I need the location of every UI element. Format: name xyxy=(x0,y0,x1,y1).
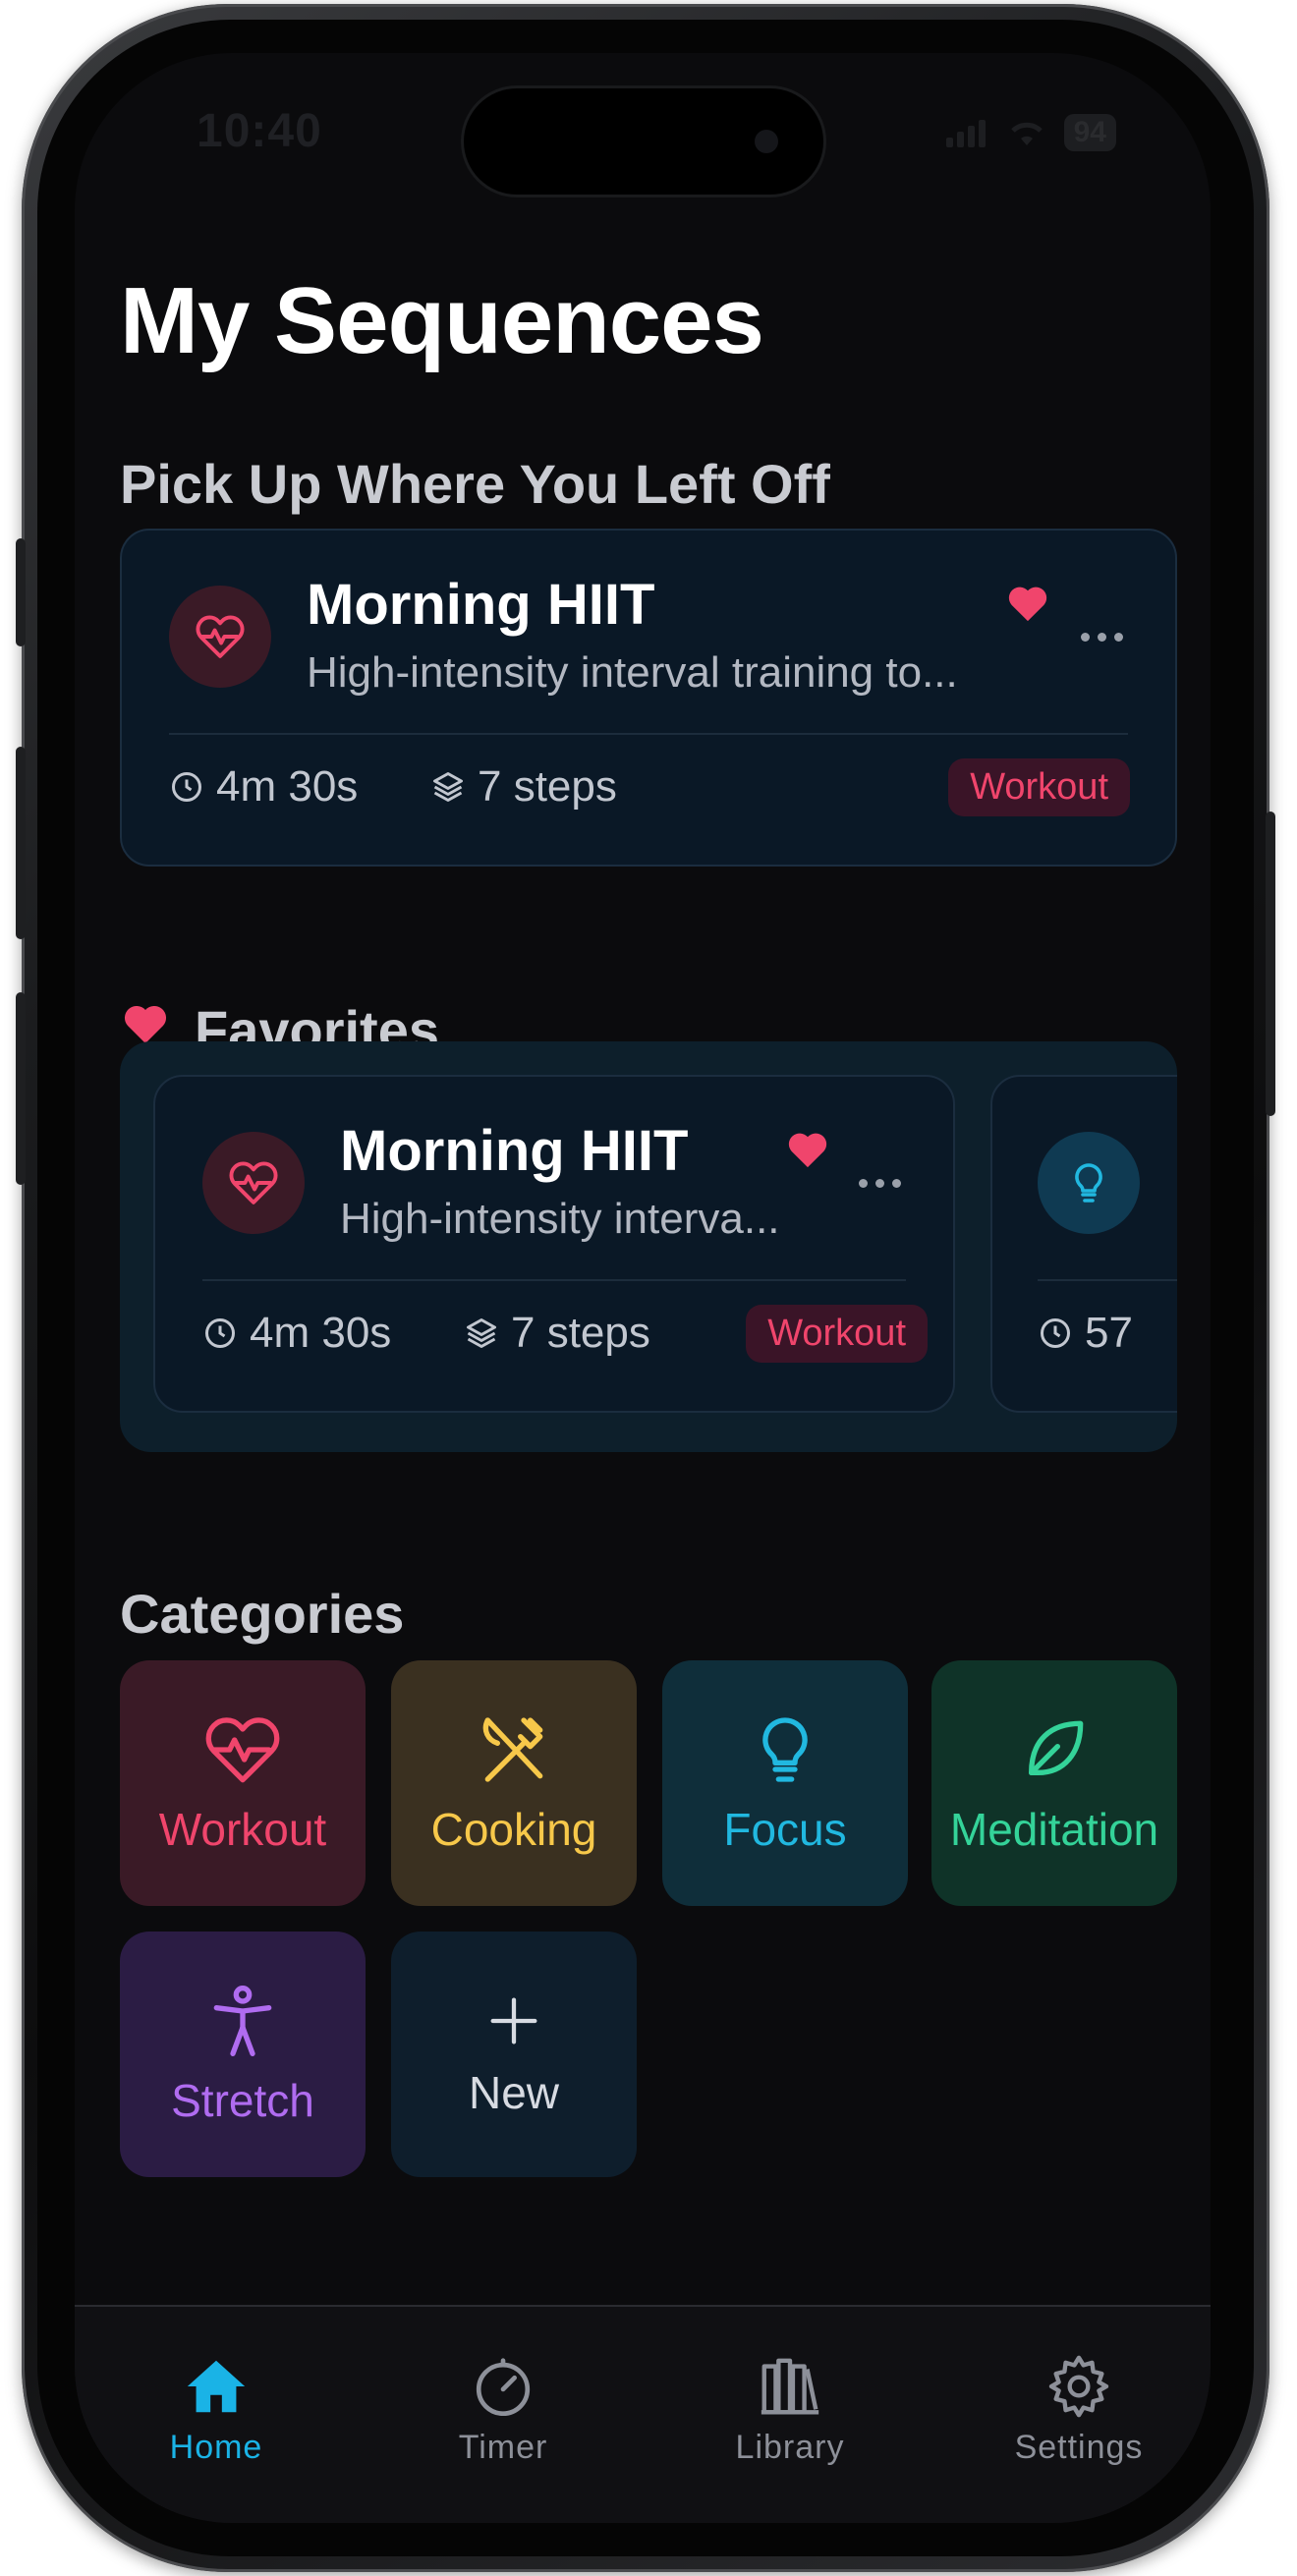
favorite-heart-icon[interactable] xyxy=(1006,584,1049,623)
category-label: Meditation xyxy=(949,1804,1159,1855)
timer-icon xyxy=(476,2358,531,2417)
sequence-title: Morning HIIT xyxy=(307,573,655,637)
lightbulb-icon xyxy=(1075,1163,1102,1203)
tab-settings[interactable]: Settings xyxy=(981,2352,1177,2467)
sequence-icon-circle xyxy=(1038,1132,1140,1234)
favorite-sequence-card-partial[interactable]: 57 xyxy=(990,1075,1177,1413)
steps-text: 7 steps xyxy=(511,1309,650,1357)
duration-meta: 57 xyxy=(1038,1309,1133,1358)
category-label: Cooking xyxy=(430,1804,597,1855)
duration-meta: 4m 30s xyxy=(169,762,358,812)
tab-library[interactable]: Library xyxy=(692,2352,888,2467)
favorite-heart-icon[interactable] xyxy=(786,1130,829,1169)
continue-section-title: Pick Up Where You Left Off xyxy=(120,453,830,515)
card-divider xyxy=(202,1279,906,1281)
action-button xyxy=(16,538,26,646)
clock-icon xyxy=(205,1318,235,1348)
page-title: My Sequences xyxy=(120,268,764,373)
volume-up-button xyxy=(16,747,26,939)
signal-icon xyxy=(945,120,986,147)
favorite-sequence-card[interactable]: Morning HIIT High-intensity interva... 4… xyxy=(153,1075,955,1413)
lightbulb-icon xyxy=(762,1717,808,1782)
tab-home[interactable]: Home xyxy=(118,2352,314,2467)
power-button xyxy=(1266,812,1275,1116)
tab-label: Home xyxy=(169,2429,263,2466)
heart-pulse-icon xyxy=(229,1161,278,1204)
gear-icon xyxy=(1048,2355,1109,2418)
volume-down-button xyxy=(16,992,26,1185)
more-options-icon[interactable] xyxy=(1081,633,1123,642)
house-icon xyxy=(187,2360,246,2413)
clock-icon xyxy=(1041,1318,1070,1348)
sequence-description: High-intensity interva... xyxy=(340,1195,780,1243)
category-label: New xyxy=(468,2067,560,2118)
wifi-icon xyxy=(1010,122,1043,145)
clock-icon xyxy=(172,772,201,802)
sequence-title: Morning HIIT xyxy=(340,1119,689,1183)
heart-pulse-icon xyxy=(205,1717,280,1783)
favorites-heart-icon xyxy=(124,1005,167,1043)
favorites-carousel[interactable]: Morning HIIT High-intensity interva... 4… xyxy=(120,1041,1177,1452)
duration-text: 4m 30s xyxy=(216,762,359,811)
new-category-button[interactable]: New xyxy=(391,1932,637,2177)
duration-text: 57 xyxy=(1085,1309,1133,1357)
layers-icon xyxy=(467,1318,496,1348)
status-time: 10:40 xyxy=(197,105,322,157)
steps-text: 7 steps xyxy=(478,762,617,811)
sequence-description: High-intensity interval training to... xyxy=(307,648,958,697)
heart-pulse-icon xyxy=(196,615,245,658)
person-stretch-icon xyxy=(213,1986,272,2056)
screen: 10:40 94 My Sequences Pick Up Where You … xyxy=(75,53,1211,2523)
category-tag: Workout xyxy=(948,758,1130,816)
category-label: Focus xyxy=(723,1804,847,1855)
duration-text: 4m 30s xyxy=(250,1309,392,1357)
tab-label: Library xyxy=(735,2429,845,2466)
category-label: Workout xyxy=(158,1804,327,1855)
tab-label: Settings xyxy=(1014,2429,1144,2466)
sequence-icon-circle xyxy=(169,586,271,688)
steps-meta: 7 steps xyxy=(430,762,617,812)
categories-section-title: Categories xyxy=(120,1583,405,1645)
tab-timer[interactable]: Timer xyxy=(405,2352,601,2467)
battery-indicator: 94 xyxy=(1063,114,1116,151)
layers-icon xyxy=(433,772,463,802)
dynamic-island xyxy=(464,88,823,195)
category-tag: Workout xyxy=(746,1305,928,1363)
tab-label: Timer xyxy=(458,2429,548,2466)
category-stretch[interactable]: Stretch xyxy=(120,1932,366,2177)
card-divider xyxy=(169,733,1128,735)
category-label: Stretch xyxy=(171,2075,314,2126)
continue-sequence-card[interactable]: Morning HIIT High-intensity interval tra… xyxy=(120,529,1177,867)
leaf-icon xyxy=(1029,1720,1084,1775)
status-icons: 94 xyxy=(945,114,1116,151)
sequence-icon-circle xyxy=(202,1132,305,1234)
category-meditation[interactable]: Meditation xyxy=(931,1660,1177,1906)
category-cooking[interactable]: Cooking xyxy=(391,1660,637,1906)
category-focus[interactable]: Focus xyxy=(662,1660,908,1906)
books-icon xyxy=(761,2358,819,2415)
category-workout[interactable]: Workout xyxy=(120,1660,366,1906)
duration-meta: 4m 30s xyxy=(202,1309,391,1358)
steps-meta: 7 steps xyxy=(464,1309,650,1358)
tab-bar: Home Timer Library Settings xyxy=(75,2305,1211,2523)
plus-icon xyxy=(490,1997,537,2044)
utensils-icon xyxy=(482,1717,543,1782)
front-camera xyxy=(755,130,778,153)
card-divider xyxy=(1038,1279,1177,1281)
more-options-icon[interactable] xyxy=(859,1179,901,1188)
